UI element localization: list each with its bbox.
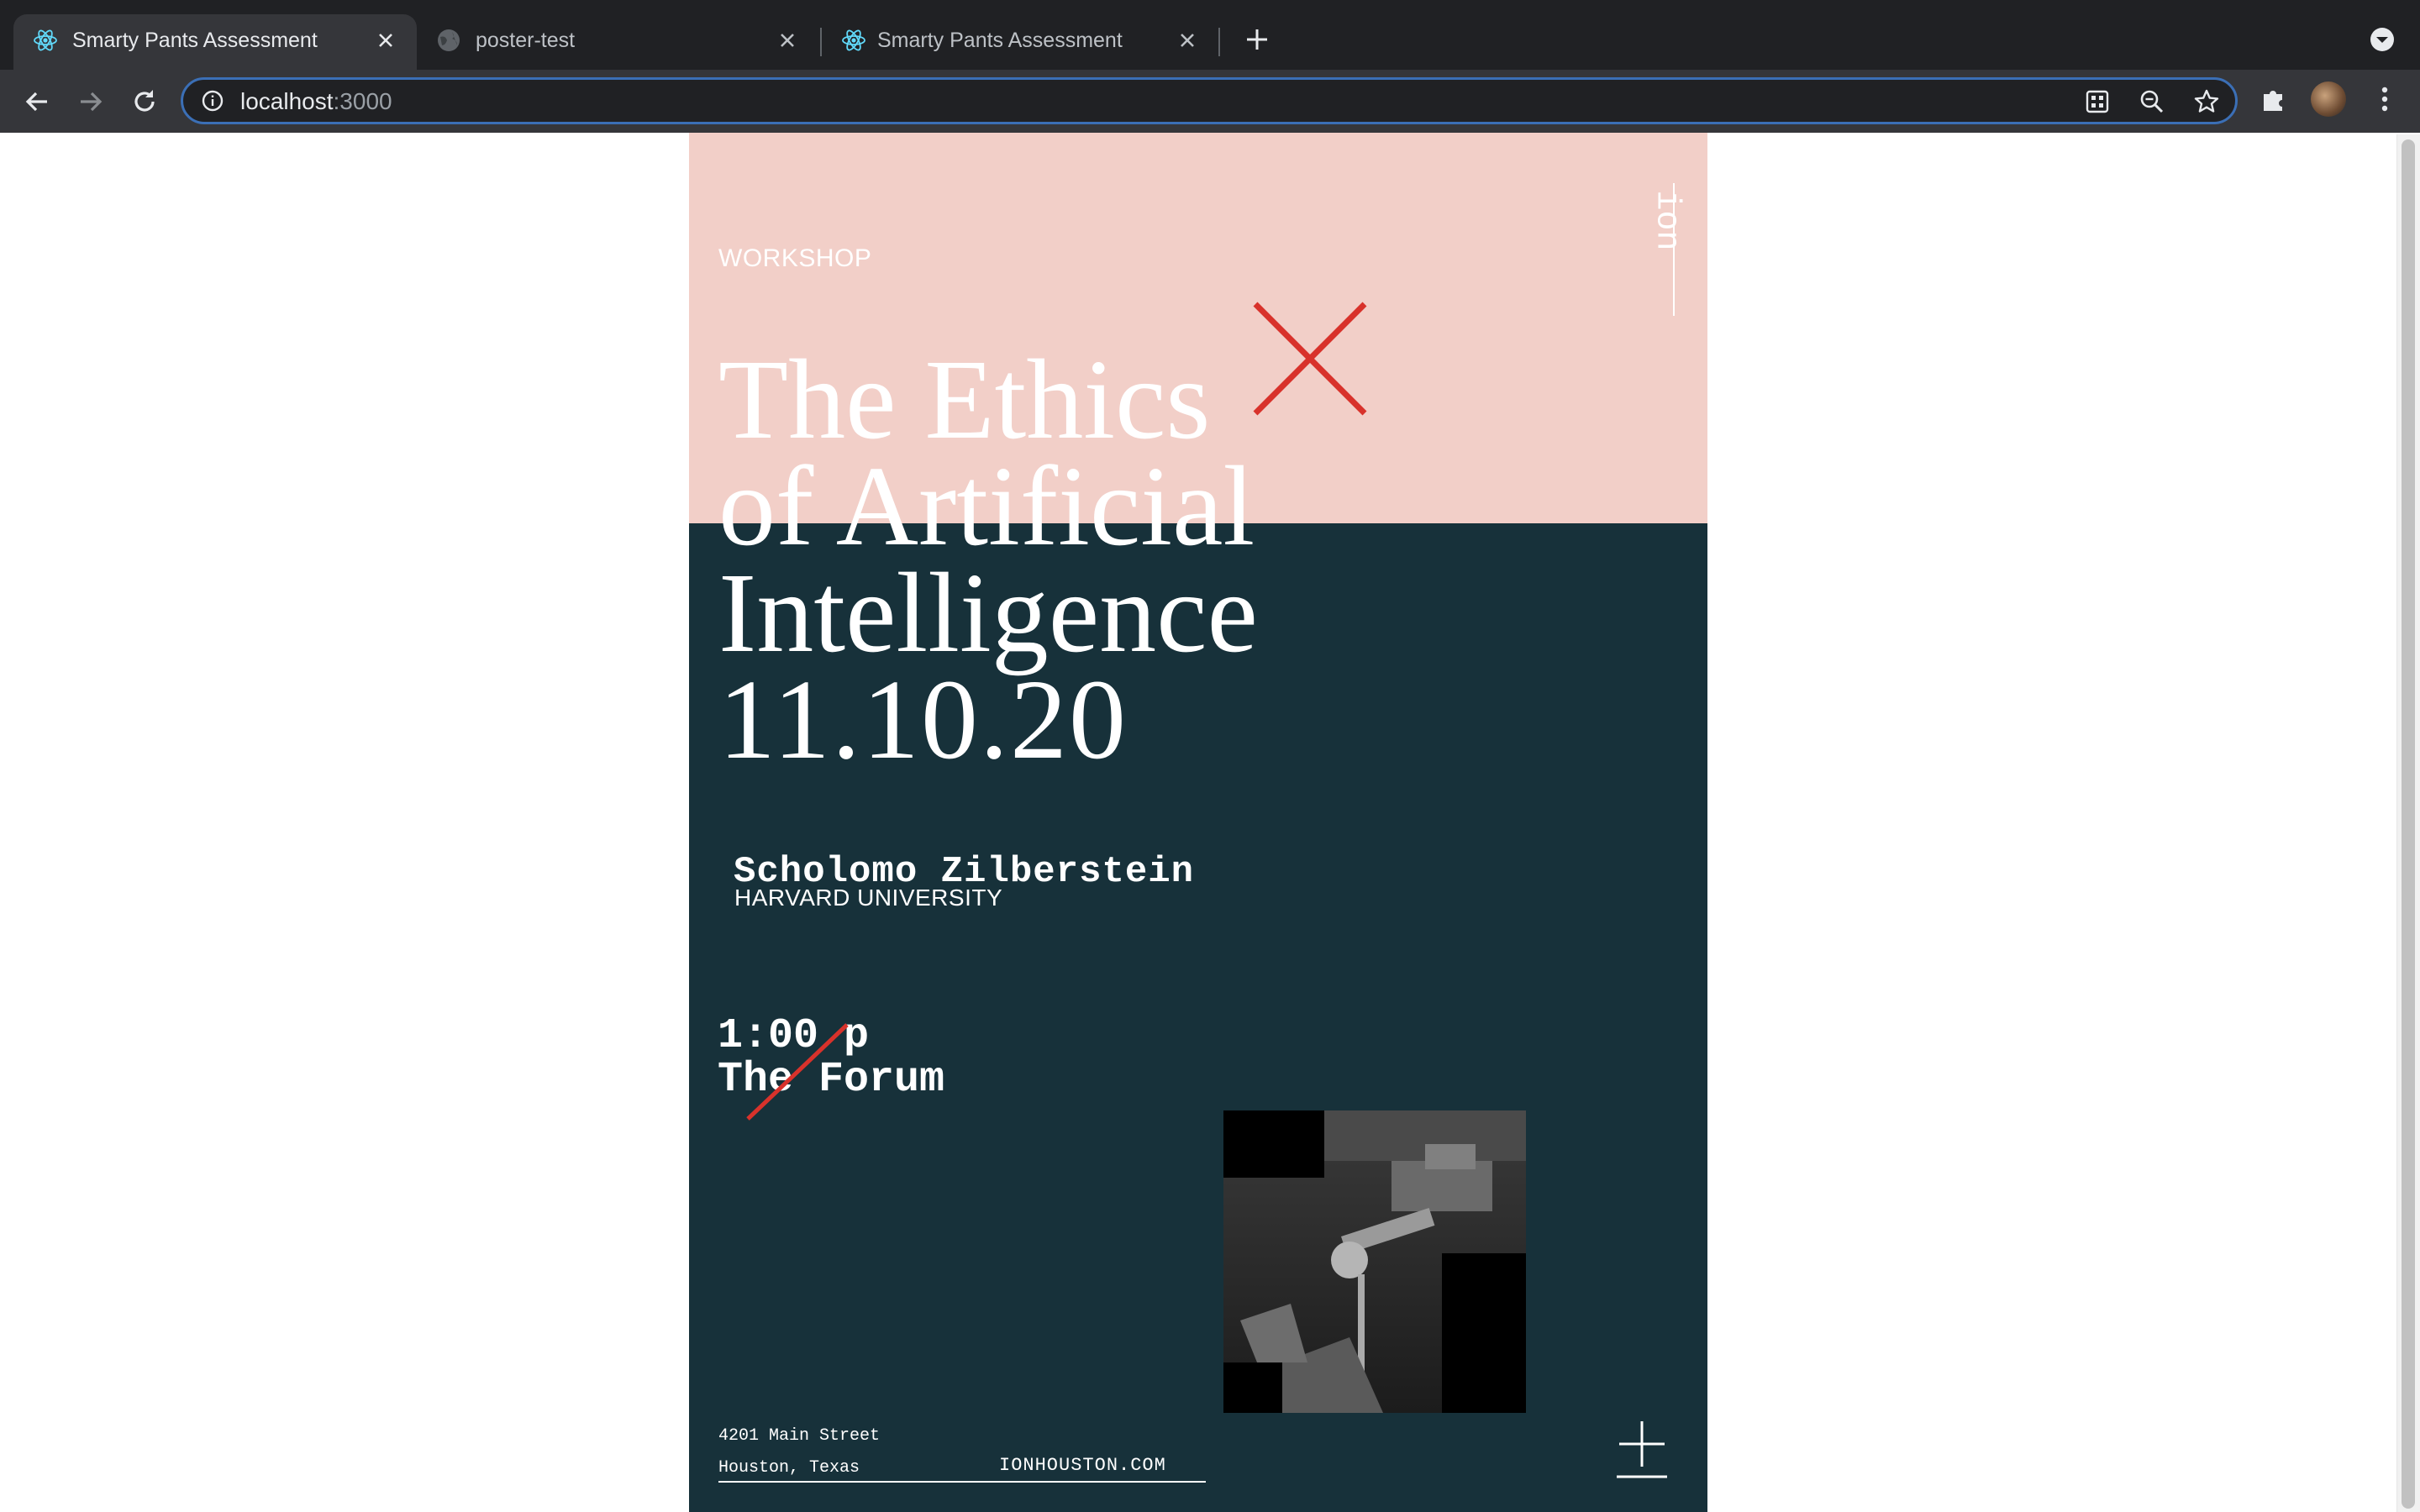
tab-search-icon[interactable]: [2368, 25, 2396, 54]
plus-icon[interactable]: [1615, 1418, 1669, 1480]
title-line-2: of Artificial: [718, 444, 1255, 570]
forward-arrow-icon[interactable]: [74, 85, 108, 118]
address-line-2: Houston, Texas: [718, 1458, 860, 1478]
tab-smarty-pants-1[interactable]: Smarty Pants Assessment: [13, 14, 417, 70]
close-icon[interactable]: [773, 26, 802, 55]
website-link[interactable]: IONHOUSTON.COM: [999, 1455, 1166, 1476]
category-label: WORKSHOP: [718, 244, 872, 272]
new-tab-icon[interactable]: [1242, 24, 1272, 55]
tab-bar: Smarty Pants Assessment poster-test Smar…: [0, 0, 2420, 70]
title-line-1: The Ethics: [718, 337, 1211, 463]
globe-icon: [438, 29, 460, 51]
footer-rule: [718, 1481, 1206, 1483]
zoom-out-icon[interactable]: [2138, 87, 2166, 116]
react-icon: [34, 29, 57, 51]
tab-poster-test[interactable]: poster-test: [417, 14, 818, 70]
tab-label: Smarty Pants Assessment: [877, 29, 1123, 52]
back-arrow-icon[interactable]: [20, 85, 54, 118]
event-date: 11.10.20: [718, 657, 1128, 783]
close-icon[interactable]: [1173, 26, 1202, 55]
profile-avatar[interactable]: [2311, 81, 2346, 117]
red-x-mark: [1253, 302, 1367, 416]
tab-label: poster-test: [476, 29, 576, 52]
title-line-3: Intelligence: [718, 550, 1258, 676]
address-bar[interactable]: localhost:3000: [181, 77, 2238, 124]
event-poster: WORKSHOP ion The Ethics of Artificial In…: [689, 133, 1707, 1512]
poster-title: The Ethics of Artificial Intelligence 11…: [718, 337, 1258, 783]
red-strike-line: [746, 1023, 849, 1121]
ion-logo-text: ion: [1647, 190, 1686, 251]
reload-icon[interactable]: [128, 85, 161, 118]
close-icon[interactable]: [371, 26, 400, 55]
ion-logo: ion: [1645, 176, 1687, 260]
kebab-menu-icon[interactable]: [2368, 82, 2402, 116]
robot-photo-image: [1223, 1110, 1526, 1413]
react-icon: [842, 29, 865, 51]
address-line-1: 4201 Main Street: [718, 1426, 881, 1446]
info-icon[interactable]: [200, 88, 225, 113]
url-text[interactable]: localhost:3000: [240, 88, 392, 115]
bookmark-star-icon[interactable]: [2192, 87, 2221, 116]
robot-photo: [1223, 1110, 1526, 1413]
speaker-affiliation: HARVARD UNIVERSITY: [734, 885, 1003, 911]
tab-separator: [1218, 28, 1220, 56]
url-port: :3000: [333, 88, 392, 114]
scrollbar-thumb[interactable]: [2402, 139, 2415, 1509]
logo-rule: [1673, 183, 1675, 316]
url-host: localhost: [240, 88, 334, 114]
qr-code-icon[interactable]: [2083, 87, 2112, 116]
tab-smarty-pants-2[interactable]: Smarty Pants Assessment: [822, 14, 1218, 70]
tab-label: Smarty Pants Assessment: [72, 29, 318, 52]
extensions-puzzle-icon[interactable]: [2257, 82, 2291, 116]
